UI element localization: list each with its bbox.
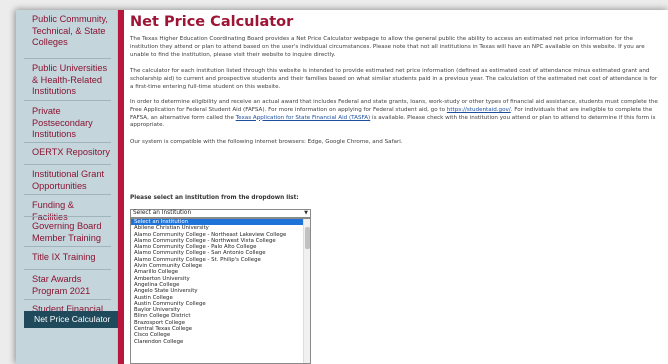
accent-bar: [118, 10, 124, 364]
sidebar-item-institutional-grants[interactable]: Institutional Grant Opportunities: [16, 169, 118, 192]
sidebar-item-funding-facilities[interactable]: Funding & Facilities: [16, 200, 118, 223]
sidebar-item-net-price-calculator[interactable]: Net Price Calculator: [24, 311, 118, 328]
sidebar-divider: [24, 142, 111, 143]
scrollbar-thumb[interactable]: [305, 227, 310, 249]
sidebar-divider: [24, 299, 111, 300]
institution-select-label: Please select an institution from the dr…: [130, 195, 299, 201]
intro-paragraph: The Texas Higher Education Coordinating …: [130, 36, 645, 58]
sidebar-item-private-postsecondary[interactable]: Private Postsecondary Institutions: [16, 106, 118, 141]
sidebar-item-star-awards[interactable]: Star Awards Program 2021: [16, 274, 118, 297]
chevron-down-icon: ▼: [304, 210, 308, 216]
scrollbar[interactable]: [303, 219, 310, 363]
institution-options-list[interactable]: Select an Institution Abilene Christian U…: [130, 218, 311, 364]
dropdown-option[interactable]: Alamo Community College - Northeast Lake…: [131, 232, 310, 238]
studentaid-link[interactable]: https://studentaid.gov/: [447, 107, 511, 113]
sidebar-divider: [24, 58, 111, 59]
sidebar-item-governing-board-training[interactable]: Governing Board Member Training: [16, 221, 118, 244]
sidebar-divider: [24, 216, 111, 217]
sidebar-item-public-community-colleges[interactable]: Public Community, Technical, & State Col…: [16, 14, 118, 49]
page-title: Net Price Calculator: [130, 14, 294, 30]
sidebar-item-title-ix-training[interactable]: Title IX Training: [16, 252, 118, 264]
institution-dropdown[interactable]: Select an Institution ▼: [130, 209, 311, 218]
options-container: Select an Institution Abilene Christian U…: [131, 219, 310, 345]
sidebar-item-oertx-repository[interactable]: OERTX Repository: [16, 147, 118, 159]
eligibility-paragraph: In order to determine eligibility and re…: [130, 99, 660, 130]
dropdown-option[interactable]: Clarendon College: [131, 339, 310, 345]
sidebar-divider: [24, 194, 111, 195]
calculator-description: The calculator for each institution list…: [130, 68, 658, 90]
sidebar-divider: [24, 100, 111, 101]
sidebar-divider: [24, 269, 111, 270]
main-content: Net Price Calculator The Texas Higher Ed…: [130, 10, 660, 364]
browser-compatibility-note: Our system is compatible with the follow…: [130, 139, 403, 145]
sidebar-divider: [24, 246, 111, 247]
sidebar-nav: Public Community, Technical, & State Col…: [16, 10, 118, 364]
tasfa-link[interactable]: Texas Application for State Financial Ai…: [236, 115, 371, 121]
institution-dropdown-value: Select an Institution: [133, 210, 192, 216]
sidebar-item-public-universities[interactable]: Public Universities & Health-Related Ins…: [16, 63, 118, 98]
sidebar-divider: [24, 164, 111, 165]
